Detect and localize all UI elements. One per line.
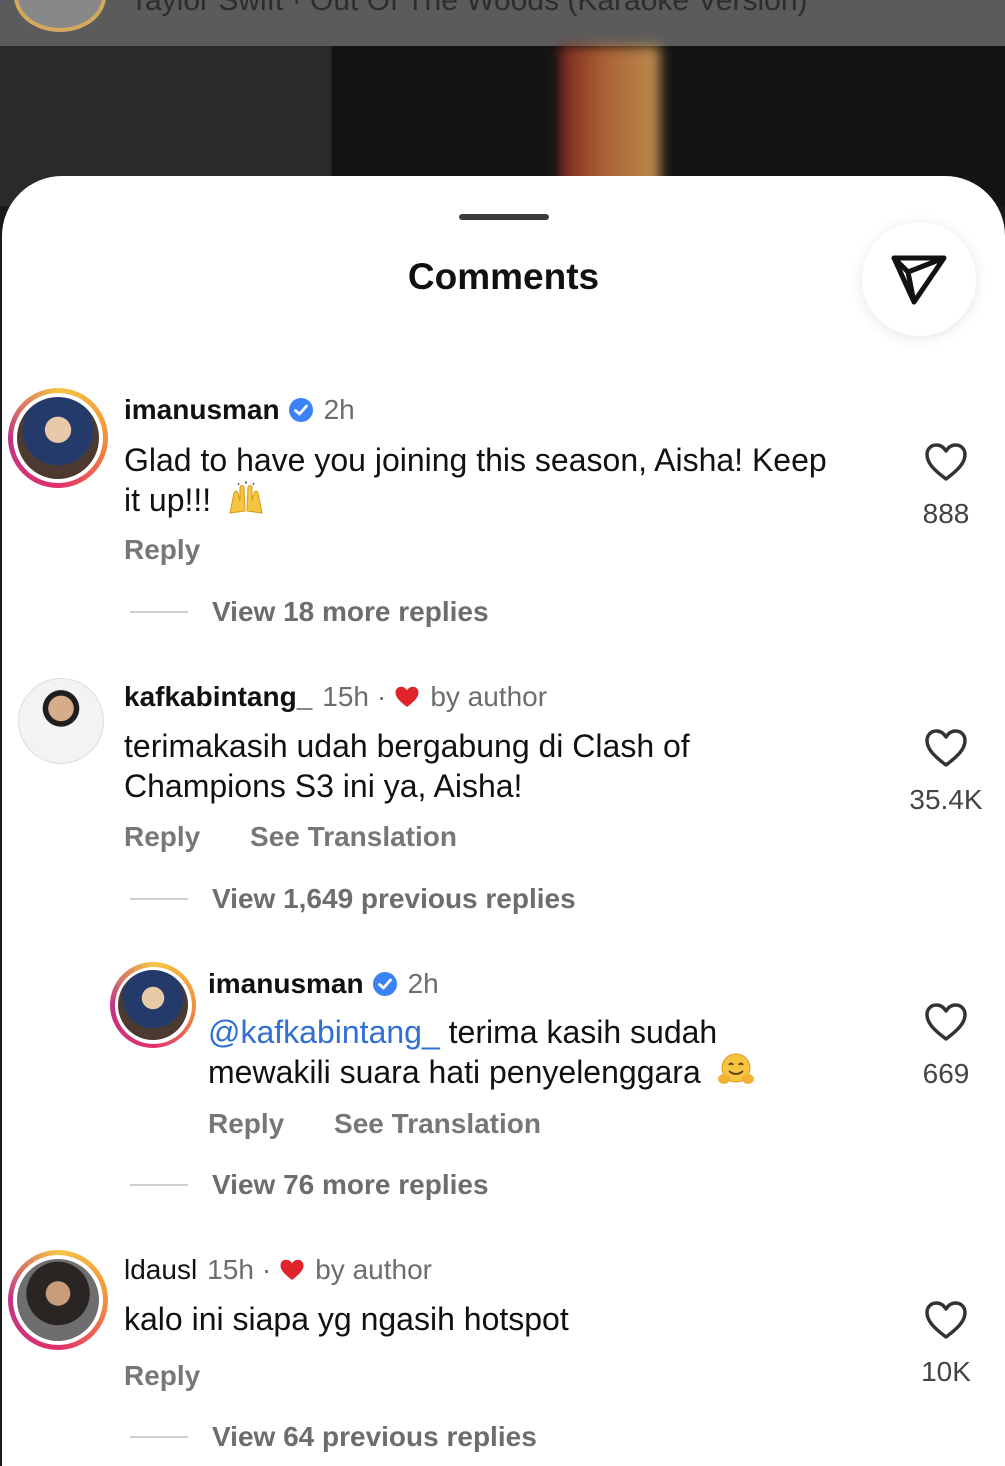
comment-time: 2h: [407, 968, 439, 999]
send-icon: [891, 255, 947, 305]
music-avatar: [14, 0, 106, 32]
like-button[interactable]: 10K: [896, 1300, 996, 1388]
like-count: 35.4K: [909, 784, 983, 815]
comments-sheet: Comments imanusman 2h Glad to have you j…: [2, 176, 1005, 1466]
view-replies-label: View 18 more replies: [212, 596, 489, 627]
avatar[interactable]: [8, 1250, 108, 1350]
view-replies-label: View 64 previous replies: [212, 1421, 537, 1452]
heart-outline-icon: [925, 1301, 967, 1339]
share-button[interactable]: [862, 222, 976, 336]
comment-username[interactable]: ldausl: [124, 1254, 197, 1286]
like-button[interactable]: 888: [896, 442, 996, 530]
like-count: 669: [922, 1058, 970, 1089]
music-bar: Taylor Swift · Out Of The Woods (Karaoke…: [0, 0, 1005, 46]
view-replies-button[interactable]: View 18 more replies: [130, 596, 489, 628]
comment-username[interactable]: imanusman: [208, 968, 364, 1000]
heart-outline-icon: [925, 1003, 967, 1041]
like-count: 888: [922, 498, 970, 529]
mention-link[interactable]: @kafkabintang_: [208, 1014, 440, 1050]
reply-button[interactable]: Reply: [208, 1108, 284, 1139]
comment-actions: Reply See Translation: [208, 1108, 583, 1140]
heart-outline-icon: [925, 443, 967, 481]
separator-dot: ·: [377, 681, 387, 712]
verified-badge-icon: [288, 398, 313, 422]
separator-dot: ·: [261, 1254, 272, 1285]
raising-hands-emoji: [229, 481, 263, 514]
sheet-title: Comments: [407, 256, 600, 297]
comment-username[interactable]: kafkabintang_: [124, 681, 312, 713]
comment-time: 2h: [323, 394, 355, 425]
verified-badge-icon: [372, 972, 397, 996]
comment-time: 15h: [322, 681, 369, 712]
avatar[interactable]: [18, 678, 104, 764]
comment-actions: Reply See Translation: [124, 821, 499, 853]
view-replies-button[interactable]: View 1,649 previous replies: [130, 883, 576, 915]
reply-button[interactable]: Reply: [124, 821, 200, 852]
heart-filled-icon: [395, 686, 419, 707]
see-translation-button[interactable]: See Translation: [334, 1108, 541, 1139]
comment-text: kalo ini siapa yg ngasih hotspot: [124, 1301, 569, 1337]
hugging-face-emoji: [717, 1053, 754, 1084]
view-replies-label: View 1,649 previous replies: [212, 883, 576, 914]
comment-actions: Reply: [124, 1360, 242, 1392]
reply-button[interactable]: Reply: [124, 534, 200, 565]
like-button[interactable]: 35.4K: [896, 728, 996, 816]
comment-time: 15h: [207, 1254, 254, 1285]
see-translation-button[interactable]: See Translation: [250, 821, 457, 852]
comment-text: terimakasih udah bergabung di Clash of C…: [124, 728, 690, 804]
music-title: Taylor Swift · Out Of The Woods (Karaoke…: [130, 0, 808, 17]
drag-handle[interactable]: [459, 214, 549, 220]
liked-by-author-label: by author: [430, 681, 548, 712]
liked-by-author-label: by author: [315, 1254, 432, 1285]
view-replies-label: View 76 more replies: [212, 1169, 489, 1200]
heart-filled-icon: [280, 1259, 304, 1280]
heart-outline-icon: [925, 729, 967, 767]
comment-actions: Reply: [124, 534, 242, 566]
reply-button[interactable]: Reply: [124, 1360, 200, 1391]
like-button[interactable]: 669: [896, 1002, 996, 1090]
avatar[interactable]: [110, 962, 196, 1048]
view-replies-button[interactable]: View 76 more replies: [130, 1169, 489, 1201]
like-count: 10K: [921, 1356, 971, 1387]
comment-username[interactable]: imanusman: [124, 394, 280, 426]
avatar[interactable]: [8, 388, 108, 488]
view-replies-button[interactable]: View 64 previous replies: [130, 1421, 537, 1453]
